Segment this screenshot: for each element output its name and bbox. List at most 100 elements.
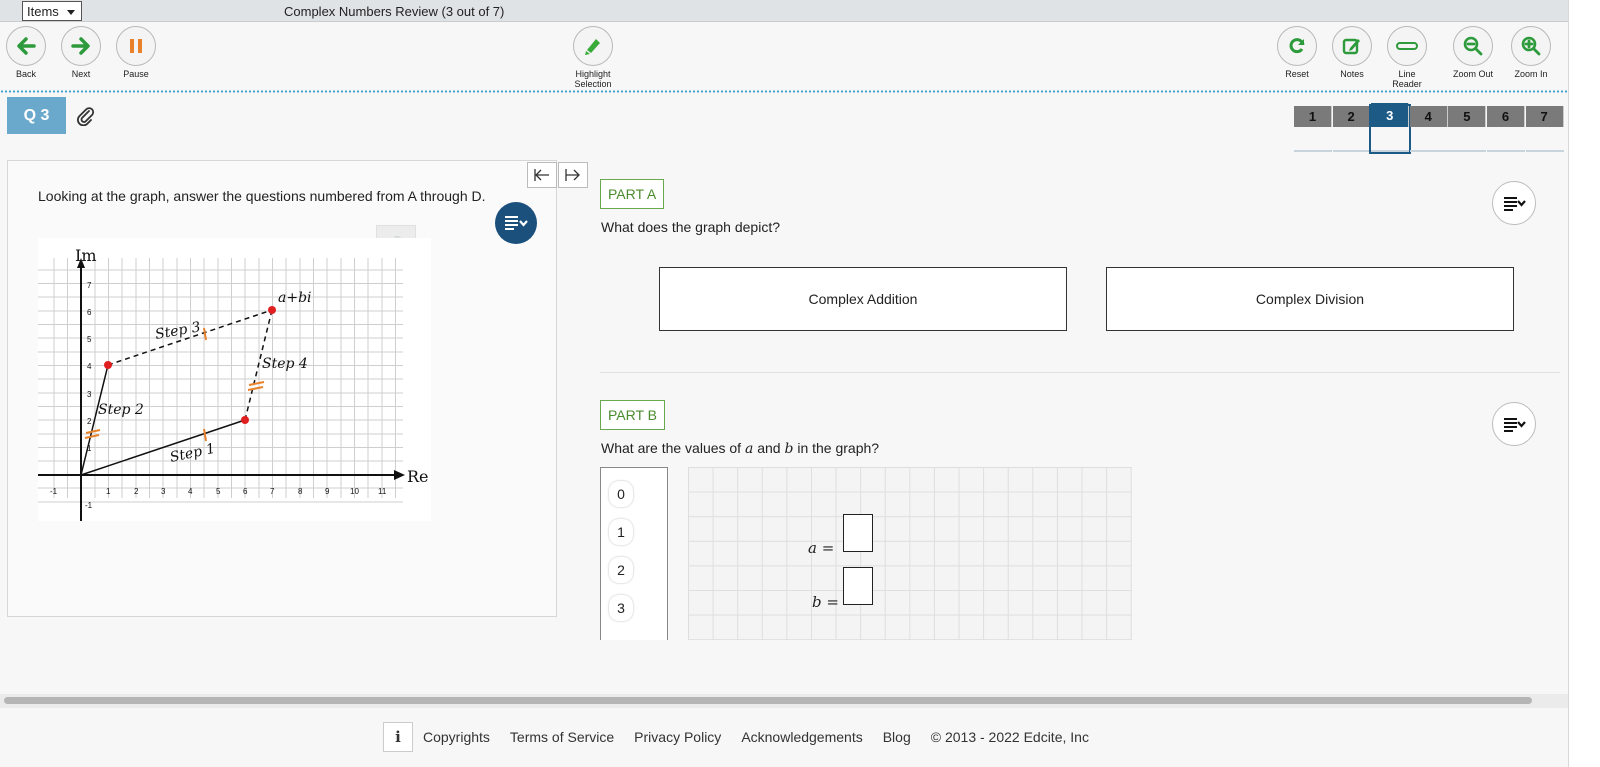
assignment-title: Complex Numbers Review (3 out of 7) [284,4,505,19]
number-token[interactable]: 1 [609,519,633,545]
zoom-in-button[interactable]: Zoom In [1504,26,1558,79]
x-tick-label: 5 [216,487,221,496]
graph-point [241,416,249,424]
zoom-out-icon [1463,36,1483,56]
footer-link-acknowledgements[interactable]: Acknowledgements [741,729,862,745]
answer-drop-box-b[interactable] [843,567,873,605]
answer-drop-box-a[interactable] [843,514,873,552]
x-tick-label: 6 [243,487,248,496]
zoom-in-icon [1521,36,1541,56]
question-nav-item[interactable]: 2 [1332,106,1371,152]
part-a-label: PART A [600,179,665,209]
expand-right-button[interactable] [558,162,588,188]
part-b-question-text: in the graph? [793,440,880,456]
scrollbar-thumb[interactable] [4,697,1532,704]
zoom-out-button[interactable]: Zoom Out [1446,26,1500,79]
toolbar: Back Next Pause Highlight Selection Rese… [0,22,1568,90]
pause-icon [130,39,142,53]
question-nav-item[interactable]: 5 [1448,106,1487,152]
step4-label: Step 4 [262,356,308,372]
vertical-scrollbar[interactable] [1568,0,1600,767]
x-tick-label: -1 [50,487,58,496]
question-nav-number: 3 [1371,103,1410,127]
paperclip-icon[interactable] [76,106,96,131]
arrow-right-icon [71,37,90,55]
list-menu-icon [1504,418,1526,432]
question-nav-item-current[interactable]: 3 [1369,103,1412,154]
x-tick-label: 7 [270,487,275,496]
number-token[interactable]: 0 [609,481,633,507]
collapse-left-button[interactable] [527,162,557,188]
y-tick-label: 3 [87,390,92,399]
x-tick-label: 11 [378,487,387,496]
x-tick-label: 4 [188,487,193,496]
copyright-text: © 2013 - 2022 Edcite, Inc [930,729,1089,745]
info-button[interactable]: i [383,722,413,752]
footer: i Copyrights Terms of Service Privacy Po… [383,722,1089,752]
highlight-selection-label: Highlight Selection [574,69,612,89]
footer-link-privacy[interactable]: Privacy Policy [634,729,721,745]
reset-button[interactable]: Reset [1270,26,1324,79]
next-button[interactable]: Next [54,26,108,79]
question-nav-item[interactable]: 4 [1409,106,1448,152]
point-label: a+bi [278,290,312,306]
part-b-question-text: and [753,440,785,456]
question-nav-item[interactable]: 6 [1486,106,1525,152]
graph-point [268,306,276,314]
items-dropdown[interactable]: Items [22,1,82,21]
question-nav-number: 2 [1332,106,1371,127]
number-token-tray: 0 1 2 3 [600,467,668,640]
top-bar: Items Complex Numbers Review (3 out of 7… [0,0,1568,22]
part-b-question-text: What are the values of [601,440,745,456]
horizontal-scrollbar[interactable] [0,694,1568,708]
y-tick-label: 6 [87,308,92,317]
footer-link-blog[interactable]: Blog [883,729,911,745]
arrow-left-icon [17,37,36,55]
notes-button[interactable]: Notes [1325,26,1379,79]
step2-label: Step 2 [98,402,144,418]
line-reader-button[interactable]: Line Reader [1380,26,1434,89]
highlight-selection-button[interactable]: Highlight Selection [561,26,625,89]
graph-point [104,361,112,369]
stimulus-menu-button[interactable] [495,202,537,244]
items-dropdown-label: Items [27,4,59,19]
question-nav-number: 7 [1525,106,1564,127]
number-token[interactable]: 3 [609,595,633,621]
im-axis-label: Im [75,246,97,265]
answer-option-complex-addition[interactable]: Complex Addition [659,267,1067,331]
part-a-menu-button[interactable] [1492,181,1536,225]
x-tick-label: 10 [350,487,359,496]
question-badge: Q 3 [7,97,66,134]
part-a-question: What does the graph depict? [601,219,781,235]
notes-label: Notes [1340,69,1364,79]
footer-link-copyrights[interactable]: Copyrights [423,729,490,745]
pause-label: Pause [123,69,149,79]
arrow-collapse-left-icon [534,169,549,181]
list-menu-icon [1504,197,1526,211]
re-axis-label: Re [407,467,429,486]
answer-option-complex-division[interactable]: Complex Division [1106,267,1514,331]
footer-link-terms[interactable]: Terms of Service [510,729,614,745]
back-button[interactable]: Back [0,26,53,79]
reset-label: Reset [1285,69,1309,79]
number-token[interactable]: 2 [609,557,633,583]
zoom-in-label: Zoom In [1514,69,1548,79]
drop-grid-area [688,467,1132,640]
chevron-down-icon [67,10,75,15]
question-nav-number: 6 [1486,106,1525,127]
pause-button[interactable]: Pause [109,26,163,79]
x-tick-label: 1 [106,487,111,496]
y-tick-label: 2 [87,417,92,426]
part-b-label: PART B [600,400,666,430]
line-reader-icon [1396,42,1418,50]
answer-option-label: Complex Addition [808,291,918,307]
section-divider [600,372,1560,373]
question-nav-item[interactable]: 1 [1294,106,1332,152]
question-navigator: 1 2 3 4 5 6 7 [1294,103,1564,154]
question-nav-item[interactable]: 7 [1525,106,1564,152]
x-tick-label: 9 [325,487,330,496]
part-b-menu-button[interactable] [1492,402,1536,446]
y-tick-label: 7 [87,281,92,290]
next-label: Next [71,69,91,79]
back-label: Back [15,69,36,79]
